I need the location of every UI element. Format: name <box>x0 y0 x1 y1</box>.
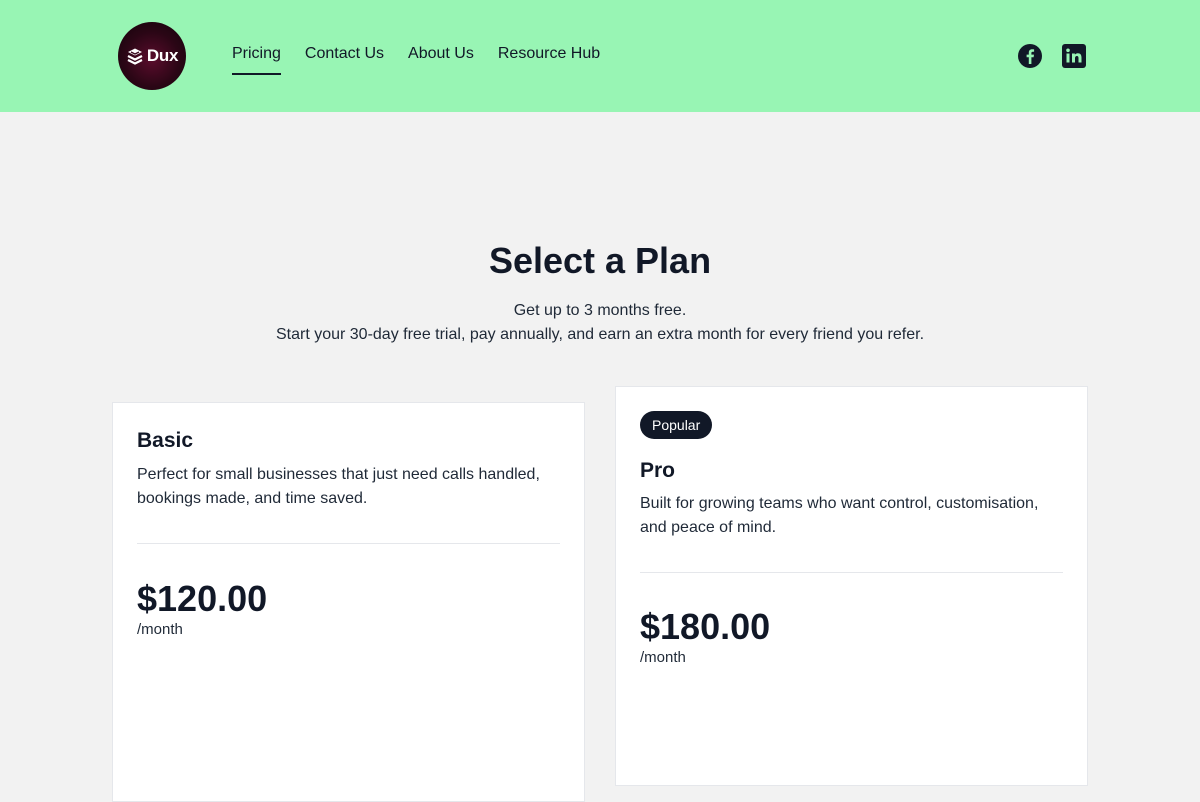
plan-price: $180.00 <box>640 606 771 647</box>
plan-name: Pro <box>640 459 676 482</box>
plan-description: Perfect for small businesses that just n… <box>137 466 540 507</box>
plan-period: /month <box>640 649 686 666</box>
divider <box>137 543 560 544</box>
divider <box>640 572 1063 573</box>
plan-description: Built for growing teams who want control… <box>640 495 1039 536</box>
logo-text: Dux <box>146 46 179 65</box>
subtitle-line-2: Start your 30-day free trial, pay annual… <box>275 326 925 343</box>
popular-badge: Popular <box>640 411 713 439</box>
main-nav: Pricing Contact Us About Us Resource Hub <box>232 44 600 75</box>
nav-item-contact-us[interactable]: Contact Us <box>305 44 384 75</box>
nav-item-resource-hub[interactable]: Resource Hub <box>498 44 600 75</box>
page-title: Select a Plan <box>488 240 712 281</box>
facebook-icon[interactable] <box>1018 43 1042 69</box>
nav-item-pricing[interactable]: Pricing <box>232 44 281 75</box>
subtitle-line-1: Get up to 3 months free. <box>513 302 687 319</box>
plan-name: Basic <box>137 429 194 452</box>
logo-icon <box>127 48 143 65</box>
plan-card-pro: Popular Pro Built for growing teams who … <box>615 386 1088 786</box>
plan-card-basic: Basic Perfect for small businesses that … <box>112 402 585 802</box>
page-subtitle: Get up to 3 months free. Start your 30-d… <box>0 299 1200 347</box>
logo-mark: Dux <box>126 46 178 66</box>
plan-price: $120.00 <box>137 578 268 619</box>
social-links <box>1018 43 1086 69</box>
site-header: Dux Pricing Contact Us About Us Resource… <box>0 0 1200 112</box>
nav-item-about-us[interactable]: About Us <box>408 44 474 75</box>
dux-logo[interactable]: Dux <box>118 22 186 90</box>
linkedin-icon[interactable] <box>1062 43 1086 69</box>
